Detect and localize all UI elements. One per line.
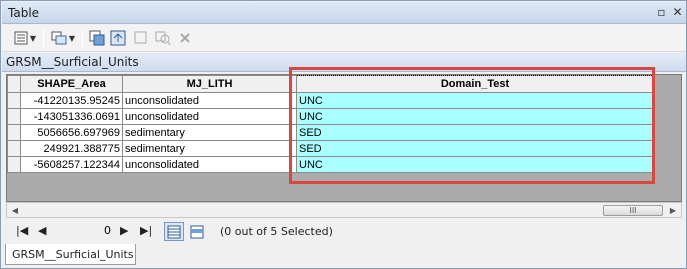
select-by-attributes-button[interactable] — [88, 29, 106, 47]
toolbar-separator — [43, 29, 44, 48]
related-tables-icon — [51, 31, 67, 45]
restore-icon[interactable]: ▫ — [654, 5, 669, 20]
zoom-to-selected-icon — [155, 31, 171, 46]
related-tables-button[interactable]: ▼ — [48, 29, 78, 47]
header-row: SHAPE_Area MJ_LITH Domain_Test — [7, 75, 654, 93]
column-header-shape-area[interactable]: SHAPE_Area — [20, 75, 123, 93]
cell-mj-lith[interactable]: unconsolidated — [122, 156, 297, 173]
cell-mj-lith[interactable]: unconsolidated — [122, 108, 297, 125]
show-selected-records-button[interactable] — [187, 222, 207, 241]
current-record-field[interactable]: 0 — [53, 224, 113, 239]
show-all-records-button[interactable] — [164, 222, 184, 241]
table-row[interactable]: 5056656.697969 sedimentary SED — [7, 124, 654, 141]
clear-selection-button[interactable] — [132, 29, 150, 47]
attribute-table: SHAPE_Area MJ_LITH Domain_Test -41220135… — [7, 75, 654, 173]
cell-shape-area[interactable]: 5056656.697969 — [20, 124, 123, 141]
title-bar: Table ▫ ✕ — [2, 2, 686, 24]
delete-selected-button[interactable] — [176, 29, 194, 47]
next-record-button[interactable]: ▶ — [120, 224, 128, 238]
table-window: Table ▫ ✕ ▼ ▼ GRSM__Surficial_Units SHAP… — [0, 0, 687, 269]
table-tab-header: GRSM__Surficial_Units — [2, 53, 686, 72]
row-selector[interactable] — [7, 108, 21, 125]
table-row[interactable]: -5608257.122344 unconsolidated UNC — [7, 156, 654, 173]
selection-status: (0 out of 5 Selected) — [220, 225, 333, 238]
last-record-button[interactable]: ▶| — [140, 224, 152, 238]
cell-shape-area[interactable]: -41220135.95245 — [20, 92, 123, 109]
cell-mj-lith[interactable]: unconsolidated — [122, 92, 297, 109]
cell-shape-area[interactable]: -143051336.0691 — [20, 108, 123, 125]
cell-shape-area[interactable]: -5608257.122344 — [20, 156, 123, 173]
table-tab-title: GRSM__Surficial_Units — [6, 55, 139, 69]
cell-domain-test[interactable]: UNC — [296, 156, 654, 173]
table-row[interactable]: 249921.388775 sedimentary SED — [7, 140, 654, 157]
row-selector[interactable] — [7, 92, 21, 109]
bottom-tab-label: GRSM__Surficial_Units — [12, 248, 134, 261]
attribute-grid: SHAPE_Area MJ_LITH Domain_Test -41220135… — [6, 74, 682, 202]
table-row[interactable]: -143051336.0691 unconsolidated UNC — [7, 108, 654, 125]
table-options-icon — [14, 31, 28, 45]
close-icon[interactable]: ✕ — [670, 5, 685, 20]
cell-mj-lith[interactable]: sedimentary — [122, 124, 297, 141]
column-header-mj-lith[interactable]: MJ_LITH — [122, 75, 297, 93]
chevron-down-icon: ▼ — [29, 33, 37, 43]
cell-domain-test[interactable]: SED — [296, 140, 654, 157]
cell-shape-area[interactable]: 249921.388775 — [20, 140, 123, 157]
first-record-button[interactable]: |◀ — [16, 224, 28, 238]
cell-domain-test[interactable]: UNC — [296, 108, 654, 125]
show-selected-records-icon — [190, 225, 204, 238]
delete-selected-icon — [180, 33, 190, 43]
toolbar: ▼ ▼ — [2, 25, 686, 52]
row-selector[interactable] — [7, 140, 21, 157]
select-by-attributes-icon — [89, 30, 105, 46]
table-row[interactable]: -41220135.95245 unconsolidated UNC — [7, 92, 654, 109]
row-selector[interactable] — [7, 156, 21, 173]
previous-record-button[interactable]: ◀ — [38, 224, 46, 238]
scroll-left-icon[interactable]: ◀ — [9, 205, 21, 216]
switch-selection-button[interactable] — [109, 29, 127, 47]
bottom-table-tab[interactable]: GRSM__Surficial_Units — [5, 244, 136, 265]
column-header-domain-test[interactable]: Domain_Test — [296, 75, 654, 93]
zoom-to-selected-button[interactable] — [154, 29, 172, 47]
clear-selection-icon — [134, 31, 147, 44]
cell-mj-lith[interactable]: sedimentary — [122, 140, 297, 157]
scroll-right-icon[interactable]: ▶ — [667, 205, 679, 216]
cell-domain-test[interactable]: UNC — [296, 92, 654, 109]
switch-selection-icon — [110, 30, 126, 46]
record-navigation-bar: |◀ ◀ 0 ▶ ▶| (0 out of 5 Selected) — [2, 219, 686, 243]
horizontal-scrollbar[interactable]: ◀ III ▶ — [6, 202, 682, 218]
cell-domain-test[interactable]: SED — [296, 124, 654, 141]
table-options-button[interactable]: ▼ — [10, 29, 40, 47]
row-selector[interactable] — [7, 124, 21, 141]
select-all-header[interactable] — [7, 75, 21, 93]
scrollbar-thumb[interactable]: III — [603, 205, 663, 216]
toolbar-separator — [82, 29, 83, 48]
chevron-down-icon: ▼ — [68, 33, 76, 43]
show-all-records-icon — [167, 225, 181, 238]
window-title: Table — [8, 6, 40, 20]
